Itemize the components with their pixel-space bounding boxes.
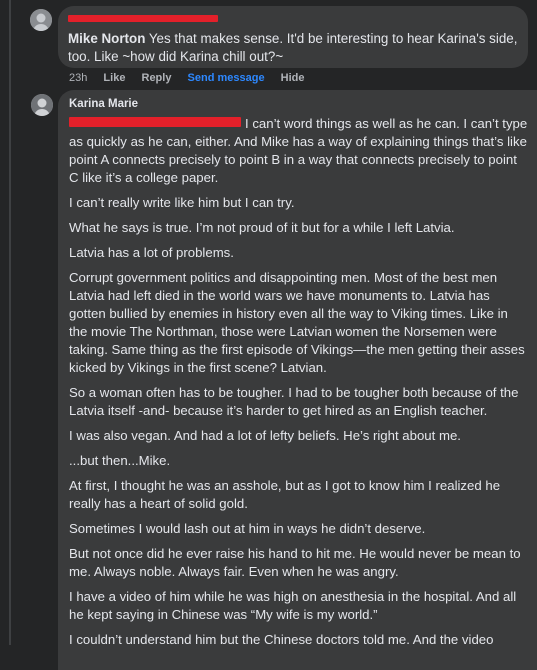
hide-button[interactable]: Hide	[281, 72, 305, 84]
paragraph: But not once did he ever raise his hand …	[69, 546, 521, 579]
reply-button[interactable]: Reply	[142, 72, 172, 84]
timestamp[interactable]: 23h	[69, 72, 87, 84]
paragraph: So a woman often has to be tougher. I ha…	[69, 385, 519, 418]
avatar[interactable]	[30, 9, 52, 31]
paragraph: I can’t really write like him but I can …	[69, 195, 295, 210]
paragraph: Latvia has a lot of problems.	[69, 245, 234, 260]
paragraph: Sometimes I would lash out at him in way…	[69, 521, 426, 536]
comment-text: Mike Norton Yes that makes sense. It'd b…	[68, 30, 528, 66]
comment-actions: 23h Like Reply Send message Hide	[69, 72, 317, 84]
paragraph: I was also vegan. And had a lot of lefty…	[69, 428, 461, 443]
comment-author[interactable]: Karina Marie	[69, 98, 138, 110]
paragraph: I have a video of him while he was high …	[69, 589, 517, 622]
paragraph: I couldn’t understand him but the Chines…	[69, 632, 494, 647]
comment-author[interactable]: Mike Norton	[68, 31, 145, 46]
like-button[interactable]: Like	[103, 72, 125, 84]
thread-line	[9, 0, 11, 645]
send-message-button[interactable]: Send message	[188, 72, 265, 84]
paragraph: I can’t word things as well as he can. I…	[69, 116, 528, 185]
avatar[interactable]	[31, 94, 53, 116]
paragraph: At first, I thought he was an asshole, b…	[69, 478, 501, 511]
redaction-mark	[68, 15, 218, 22]
comment-body: I can’t word things as well as he can. I…	[69, 115, 529, 656]
paragraph: Corrupt government politics and disappoi…	[69, 270, 525, 375]
paragraph: ...but then...Mike.	[69, 453, 171, 468]
paragraph: What he says is true. I’m not proud of i…	[69, 220, 455, 235]
